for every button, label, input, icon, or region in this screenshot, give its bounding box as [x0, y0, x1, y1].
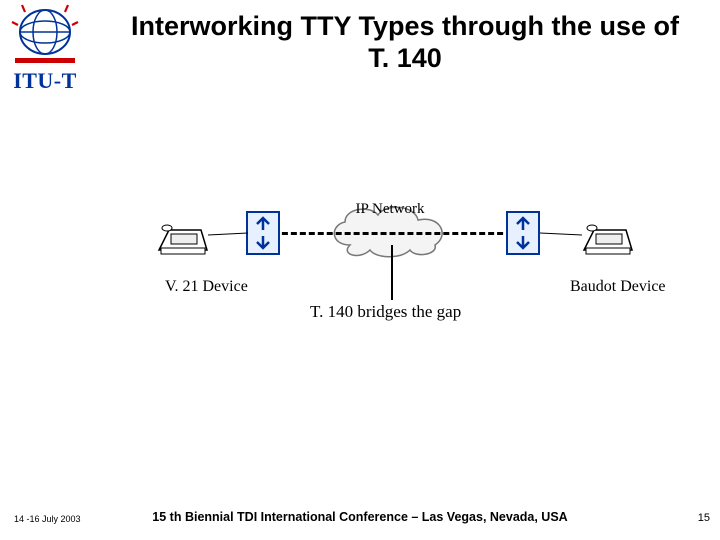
- right-device-label: Baudot Device: [570, 278, 666, 296]
- bridge-label: T. 140 bridges the gap: [310, 302, 461, 322]
- bridge-pointer-line: [391, 245, 393, 300]
- footer-date: 14 -16 July 2003: [14, 514, 81, 524]
- footer: 14 -16 July 2003 15 th Biennial TDI Inte…: [0, 510, 720, 524]
- itu-logo-text: ITU-T: [0, 68, 90, 94]
- footer-page: 15: [698, 512, 710, 524]
- slide-title: Interworking TTY Types through the use o…: [130, 10, 680, 75]
- footer-venue: 15 th Biennial TDI International Confere…: [0, 510, 720, 524]
- itu-logo-block: ITU-T: [0, 0, 90, 94]
- network-diagram: IP Network V. 21 Device Baudot Device T.…: [120, 190, 660, 310]
- itu-globe-icon: [10, 0, 80, 66]
- left-device-label: V. 21 Device: [165, 278, 248, 296]
